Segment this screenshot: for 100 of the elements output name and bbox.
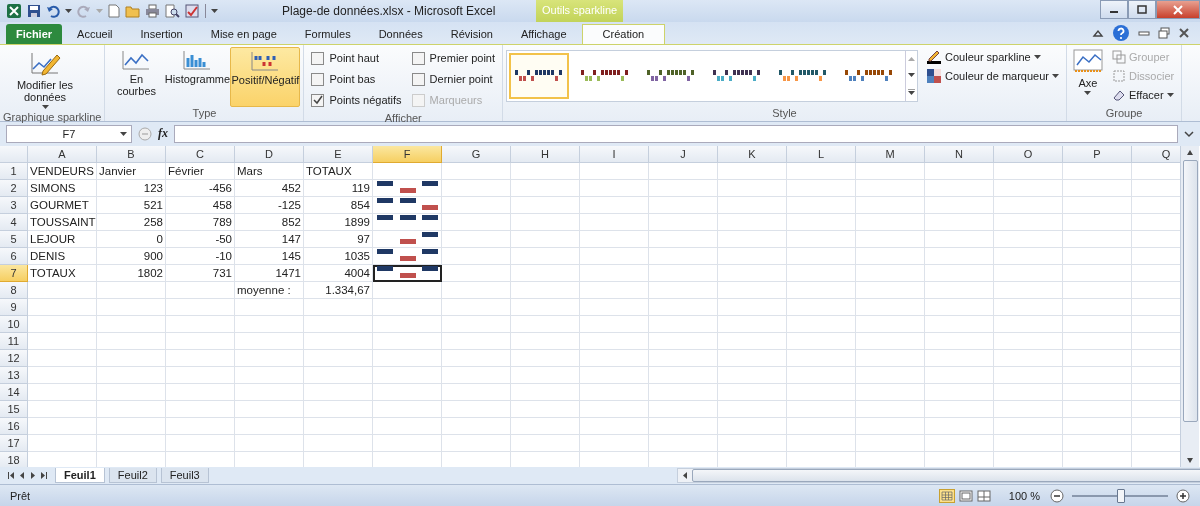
ribbon-tab[interactable]: Mise en page [197,23,290,44]
checkbox[interactable] [311,72,325,86]
scroll-left-icon[interactable] [681,471,688,479]
zoom-slider-thumb[interactable] [1117,488,1125,503]
clear-button[interactable]: Effacer [1112,86,1175,103]
checkbox-option[interactable]: Point haut [311,48,402,68]
ribbon-tab[interactable]: Création [581,23,666,44]
resize-handle-icon[interactable] [138,126,152,141]
scroll-up-icon[interactable] [1187,149,1193,157]
checkbox-option[interactable]: Point bas [311,69,402,89]
selected-cell[interactable] [373,264,442,282]
checkbox[interactable] [311,93,325,107]
column-header[interactable]: I [580,145,649,163]
undo-icon[interactable] [46,4,60,18]
sparkline-type-button[interactable]: En courbes [108,46,165,107]
collapse-ribbon-icon[interactable] [1092,27,1104,38]
column-header[interactable]: P [1063,145,1132,163]
dropdown-icon[interactable] [120,132,127,137]
customize-menu-icon[interactable] [211,9,218,13]
sheet-tab[interactable]: Feuil1 [55,468,105,484]
column-header[interactable]: J [649,145,718,163]
help-icon[interactable] [1112,23,1130,42]
checkbox[interactable] [311,51,325,65]
column-header[interactable]: D [235,145,304,163]
restore-workbook-icon[interactable] [1158,26,1170,39]
new-document-icon[interactable] [108,4,120,18]
excel-logo-icon[interactable] [6,3,22,19]
caret-icon[interactable] [1052,73,1059,78]
printer-icon[interactable] [145,4,160,18]
ribbon-tab[interactable]: Accueil [64,23,126,44]
scroll-down-icon[interactable] [908,72,916,77]
save-icon[interactable] [27,4,41,18]
formula-field[interactable] [174,124,1178,143]
sparkline-cell[interactable] [373,230,442,248]
zoom-out-icon[interactable] [1050,488,1064,503]
ribbon-tab[interactable]: Formules [291,23,364,44]
close-icon[interactable] [1173,4,1183,15]
marker-color-button[interactable]: Couleur de marqueur [926,67,1059,84]
column-header[interactable]: N [925,145,994,163]
ribbon-tab[interactable]: Révision [437,23,506,44]
insert-function-button[interactable]: fx [158,126,168,142]
checkbox-option[interactable]: Premier point [411,48,496,68]
column-header[interactable]: M [856,145,925,163]
file-tab[interactable]: Fichier [6,23,63,44]
sparkline-cell[interactable] [373,179,442,197]
scroll-down-icon[interactable] [1187,456,1193,464]
more-styles-icon[interactable] [908,88,916,95]
ribbon-tab[interactable]: Insertion [127,23,196,44]
column-header[interactable]: B [97,145,166,163]
previous-sheet-icon[interactable] [19,472,25,480]
checkbox-option[interactable]: Points négatifs [311,90,402,110]
caret-icon[interactable] [1033,54,1041,59]
column-header[interactable]: L [787,145,856,163]
column-header[interactable]: F [373,145,442,163]
checkbox[interactable] [411,72,425,86]
sparkline-cell[interactable] [373,247,442,265]
column-header[interactable]: O [994,145,1063,163]
caret-icon[interactable] [1166,92,1174,97]
sparkline-style-swatch[interactable] [509,52,570,99]
normal-view-icon[interactable] [938,488,955,503]
ribbon-tab[interactable]: Affichage [507,23,580,44]
sparkline-type-button[interactable]: Positif/Négatif [230,46,301,107]
checkbox[interactable] [411,51,425,65]
sparkline-type-button[interactable]: Histogramme [166,46,229,107]
column-header[interactable]: Q [1132,145,1180,163]
empty-cell [511,230,580,248]
sparkline-cell[interactable] [373,196,442,214]
sparkline-cell[interactable] [373,213,442,231]
scrollbar-thumb[interactable] [1182,159,1198,422]
page-break-icon[interactable] [976,489,991,502]
zoom-level[interactable]: 100 % [1008,489,1040,502]
sparkline-color-button[interactable]: Couleur sparkline [926,48,1059,65]
column-header[interactable]: C [166,145,235,163]
next-sheet-icon[interactable] [30,472,36,480]
column-header[interactable]: A [28,145,97,163]
close-workbook-icon[interactable] [1178,26,1190,39]
last-sheet-icon[interactable] [41,472,47,480]
name-box-value[interactable]: F7 [62,127,76,140]
color-squares-icon [926,67,943,84]
ribbon-tab[interactable]: Données [365,23,436,44]
sheet-tab[interactable]: Feuil3 [160,468,209,484]
caret-icon[interactable] [65,9,72,13]
sheet-tab[interactable]: Feuil2 [108,468,157,484]
caret-icon[interactable] [41,104,49,109]
column-header[interactable]: E [304,145,373,163]
edit-data-button[interactable]: Modifier les données [3,46,87,111]
horizontal-scrollbar[interactable] [676,468,1200,484]
axis-button[interactable]: Axe [1070,46,1106,107]
first-sheet-icon[interactable] [8,472,14,480]
zoom-in-icon[interactable] [1176,488,1190,503]
column-header[interactable]: K [718,145,787,163]
spelling-icon[interactable] [185,4,200,18]
column-header[interactable]: G [442,145,511,163]
checkbox-option[interactable]: Dernier point [411,69,496,89]
print-preview-icon[interactable] [165,4,180,18]
column-header[interactable]: H [511,145,580,163]
maximize-icon[interactable] [1137,4,1147,15]
page-layout-icon[interactable] [958,489,973,502]
expand-icon[interactable] [1184,129,1194,138]
caret-icon[interactable] [1084,90,1092,95]
